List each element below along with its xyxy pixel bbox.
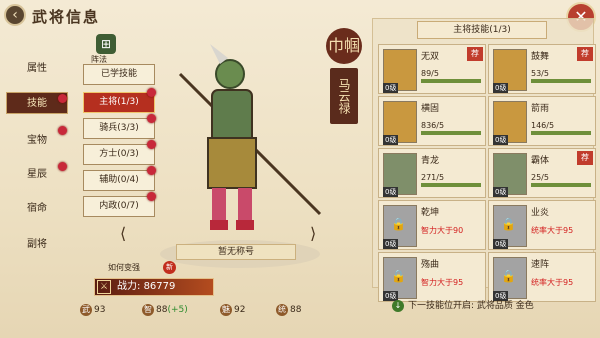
skill-type-mage[interactable]: 方士(0/3) xyxy=(83,144,155,165)
hero-portrait xyxy=(160,44,322,268)
skill-progress-fill xyxy=(531,183,591,187)
skill-name: 无双 xyxy=(421,52,440,62)
skill-progress-fill xyxy=(421,183,481,187)
skill-card[interactable]: 横固 0级 836/5 xyxy=(378,96,486,146)
hero-nameplate: 巾帼 马云禄 xyxy=(322,28,366,124)
skill-name: 青龙 xyxy=(421,156,440,166)
skill-count: 836/5 xyxy=(421,121,445,130)
lock-icon: 🔒 xyxy=(501,269,516,283)
skill-count: 271/5 xyxy=(421,173,445,182)
skill-level: 0级 xyxy=(383,135,399,145)
skill-requirement: 智力大于95 xyxy=(421,278,464,287)
skill-card[interactable]: 业炎 0级 🔒 统率大于95 xyxy=(488,200,596,250)
skill-progress-bar xyxy=(531,183,591,187)
formation-icon[interactable]: ⊞ xyxy=(96,34,116,54)
hero-badge: 巾帼 xyxy=(326,28,362,64)
panel-title: 主将技能(1/3) xyxy=(417,21,547,39)
skill-progress-bar xyxy=(531,131,591,135)
skill-card[interactable]: 殇曲 0级 🔒 智力大于95 xyxy=(378,252,486,302)
skill-progress-bar xyxy=(531,79,591,83)
back-arrow-icon[interactable]: ‹ xyxy=(4,4,26,26)
skill-type-learned[interactable]: 已学技能 xyxy=(83,64,155,85)
skill-type-domestic[interactable]: 内政(0/7) xyxy=(83,196,155,217)
sidebar-notify-dot xyxy=(58,94,67,103)
page-title: 武将信息 xyxy=(32,8,101,26)
skill-level: 0级 xyxy=(493,83,509,93)
recommend-badge: 荐 xyxy=(577,151,593,165)
skill-level: 0级 xyxy=(493,135,509,145)
skill-type-support[interactable]: 辅助(0/4) xyxy=(83,170,155,191)
stat-force: 武 93 xyxy=(80,304,106,316)
lock-icon: 🔒 xyxy=(391,269,406,283)
sword-icon: ⚔ xyxy=(97,280,111,294)
arrow-left-icon[interactable]: ⟨ xyxy=(120,224,126,243)
new-badge: 新 xyxy=(163,261,176,274)
stat-command: 统 88 xyxy=(276,304,302,316)
skill-level: 0级 xyxy=(383,187,399,197)
arrow-down-icon: ↓ xyxy=(392,300,404,312)
skill-requirement: 统率大于95 xyxy=(531,278,574,287)
power-value: 86779 xyxy=(143,281,176,292)
skill-card[interactable]: 霸体 0级 25/5 荐 xyxy=(488,148,596,198)
skill-progress-fill xyxy=(421,131,481,135)
intellect-icon: 智 xyxy=(142,304,154,316)
skill-level: 0级 xyxy=(383,83,399,93)
sidebar-notify-dot xyxy=(58,126,67,135)
power-label: 战力: xyxy=(117,281,141,292)
skill-level: 0级 xyxy=(383,239,399,249)
skill-count: 53/5 xyxy=(531,69,549,78)
skill-name: 横固 xyxy=(421,104,440,114)
charm-icon: 魅 xyxy=(220,304,232,316)
sidebar-item-attributes[interactable]: 属性 xyxy=(6,58,68,80)
recommend-badge: 荐 xyxy=(577,47,593,61)
skill-name: 箭雨 xyxy=(531,104,550,114)
skill-progress-fill xyxy=(531,131,591,135)
arrow-right-icon[interactable]: ⟩ xyxy=(310,224,316,243)
skill-name: 速阵 xyxy=(531,260,550,270)
skill-card[interactable]: 箭雨 0级 146/5 xyxy=(488,96,596,146)
power-display: ⚔ 战力: 86779 xyxy=(94,278,214,296)
stat-intellect: 智 88(+5) xyxy=(142,304,188,316)
skill-type-cavalry[interactable]: 骑兵(3/3) xyxy=(83,118,155,139)
skill-count: 146/5 xyxy=(531,121,555,130)
howto-link[interactable]: 如何变强 xyxy=(108,262,140,273)
recommend-badge: 荐 xyxy=(467,47,483,61)
hero-stats: 武 93 智 88(+5) 魅 92 统 88 xyxy=(80,302,320,318)
lock-icon: 🔒 xyxy=(391,217,406,231)
skill-count: 89/5 xyxy=(421,69,439,78)
skill-progress-fill xyxy=(531,79,591,83)
sidebar-item-fate[interactable]: 宿命 xyxy=(6,198,68,220)
force-icon: 武 xyxy=(80,304,92,316)
hero-title: 暂无称号 xyxy=(176,244,296,260)
skill-card[interactable]: 速阵 0级 🔒 统率大于95 xyxy=(488,252,596,302)
skill-level: 0级 xyxy=(493,187,509,197)
skill-count: 25/5 xyxy=(531,173,549,182)
lock-icon: 🔒 xyxy=(501,217,516,231)
sidebar-item-deputy[interactable]: 副将 xyxy=(6,234,68,256)
skill-level: 0级 xyxy=(493,239,509,249)
skill-name: 殇曲 xyxy=(421,260,440,270)
skill-requirement: 智力大于90 xyxy=(421,226,464,235)
skill-name: 鼓舞 xyxy=(531,52,550,62)
command-icon: 统 xyxy=(276,304,288,316)
skill-name: 霸体 xyxy=(531,156,550,166)
skill-progress-bar xyxy=(421,131,481,135)
skill-card[interactable]: 鼓舞 0级 53/5 荐 xyxy=(488,44,596,94)
stat-charm: 魅 92 xyxy=(220,304,246,316)
skill-name: 业炎 xyxy=(531,208,550,218)
skill-progress-bar xyxy=(421,183,481,187)
hero-name: 马云禄 xyxy=(330,68,358,124)
sidebar-notify-dot xyxy=(58,162,67,171)
skill-name: 乾坤 xyxy=(421,208,440,218)
skill-progress-bar xyxy=(421,79,481,83)
skill-card[interactable]: 乾坤 0级 🔒 智力大于90 xyxy=(378,200,486,250)
skill-card[interactable]: 无双 0级 89/5 荐 xyxy=(378,44,486,94)
footer-hint: ↓ 下一技能位开启: 武将品质 金色 xyxy=(392,298,534,312)
skill-card[interactable]: 青龙 0级 271/5 xyxy=(378,148,486,198)
skill-requirement: 统率大于95 xyxy=(531,226,574,235)
skill-type-main[interactable]: 主将(1/3) xyxy=(83,92,155,113)
skill-progress-fill xyxy=(421,79,481,83)
